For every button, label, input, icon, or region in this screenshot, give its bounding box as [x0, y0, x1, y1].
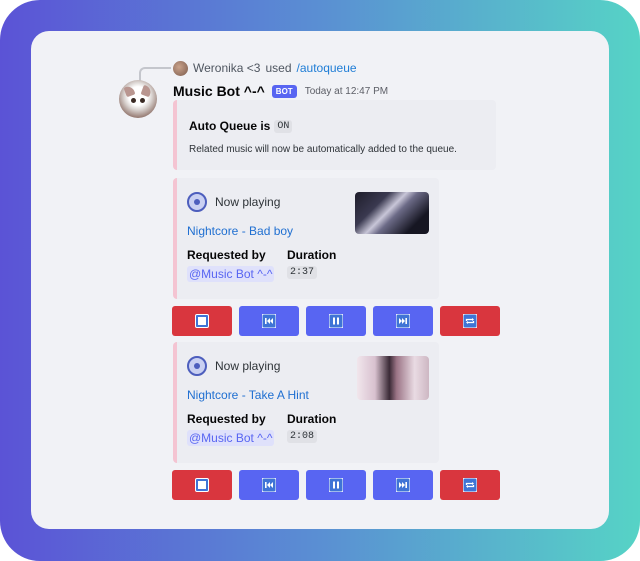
autoqueue-state: ON: [274, 119, 293, 133]
duration-value: 2:37: [287, 266, 318, 279]
song-thumbnail[interactable]: [355, 192, 429, 234]
next-icon: [396, 314, 410, 328]
pause-button[interactable]: [306, 470, 366, 500]
disc-icon: [187, 356, 207, 376]
avatar-ear-right: [140, 84, 153, 98]
reply-command[interactable]: /autoqueue: [297, 61, 357, 75]
bot-name[interactable]: Music Bot ^-^: [173, 83, 265, 99]
player-controls: [172, 470, 500, 500]
autoqueue-embed: Auto Queue is ON Related music will now …: [173, 100, 496, 170]
song-title-link[interactable]: Nightcore - Take A Hint: [187, 388, 309, 402]
previous-icon: [262, 314, 276, 328]
avatar-eye-right: [140, 98, 145, 103]
bot-badge: BOT: [271, 84, 297, 98]
autoqueue-title: Auto Queue is ON: [189, 119, 293, 133]
loop-icon: [463, 478, 477, 492]
next-button[interactable]: [373, 470, 433, 500]
duration-label: Duration: [287, 248, 337, 262]
stop-button[interactable]: [172, 470, 232, 500]
previous-icon: [262, 478, 276, 492]
message-timestamp: Today at 12:47 PM: [304, 85, 389, 97]
loop-icon: [463, 314, 477, 328]
pause-icon: [329, 478, 343, 492]
pause-button[interactable]: [306, 306, 366, 336]
stop-icon: [195, 314, 209, 328]
song-thumbnail[interactable]: [357, 356, 429, 400]
now-playing-header: Now playing: [187, 192, 280, 212]
requester-mention[interactable]: @Music Bot ^-^: [187, 430, 275, 446]
duration-value: 2:08: [287, 430, 318, 443]
duration-label: Duration: [287, 412, 337, 426]
message-header: Music Bot ^-^ BOT Today at 12:47 PM: [173, 82, 388, 100]
autoqueue-description: Related music will now be automatically …: [189, 144, 457, 155]
pause-icon: [329, 314, 343, 328]
now-playing-label: Now playing: [215, 359, 281, 373]
now-playing-header: Now playing: [187, 356, 280, 376]
now-playing-embed: Now playing Nightcore - Take A Hint Requ…: [173, 342, 439, 463]
autoqueue-title-text: Auto Queue is: [189, 119, 271, 133]
player-controls: [172, 306, 500, 336]
now-playing-label: Now playing: [215, 195, 281, 209]
reply-username[interactable]: Weronika <3: [193, 61, 260, 75]
loop-button[interactable]: [440, 306, 500, 336]
previous-button[interactable]: [239, 470, 299, 500]
stop-button[interactable]: [172, 306, 232, 336]
next-button[interactable]: [373, 306, 433, 336]
disc-icon: [187, 192, 207, 212]
requester-mention[interactable]: @Music Bot ^-^: [187, 266, 275, 282]
bot-avatar[interactable]: [119, 80, 157, 118]
requested-by-label: Requested by: [187, 412, 266, 426]
reply-used-text: used: [265, 61, 292, 75]
reply-user-avatar: [173, 60, 188, 76]
previous-button[interactable]: [239, 306, 299, 336]
requested-by-label: Requested by: [187, 248, 266, 262]
avatar-ear-left: [123, 84, 136, 98]
song-title-link[interactable]: Nightcore - Bad boy: [187, 224, 293, 238]
stop-icon: [195, 478, 209, 492]
loop-button[interactable]: [440, 470, 500, 500]
avatar-eye-left: [131, 98, 136, 103]
now-playing-embed: Now playing Nightcore - Bad boy Requeste…: [173, 178, 439, 299]
next-icon: [396, 478, 410, 492]
reply-reference[interactable]: Weronika <3 used /autoqueue: [173, 60, 357, 76]
